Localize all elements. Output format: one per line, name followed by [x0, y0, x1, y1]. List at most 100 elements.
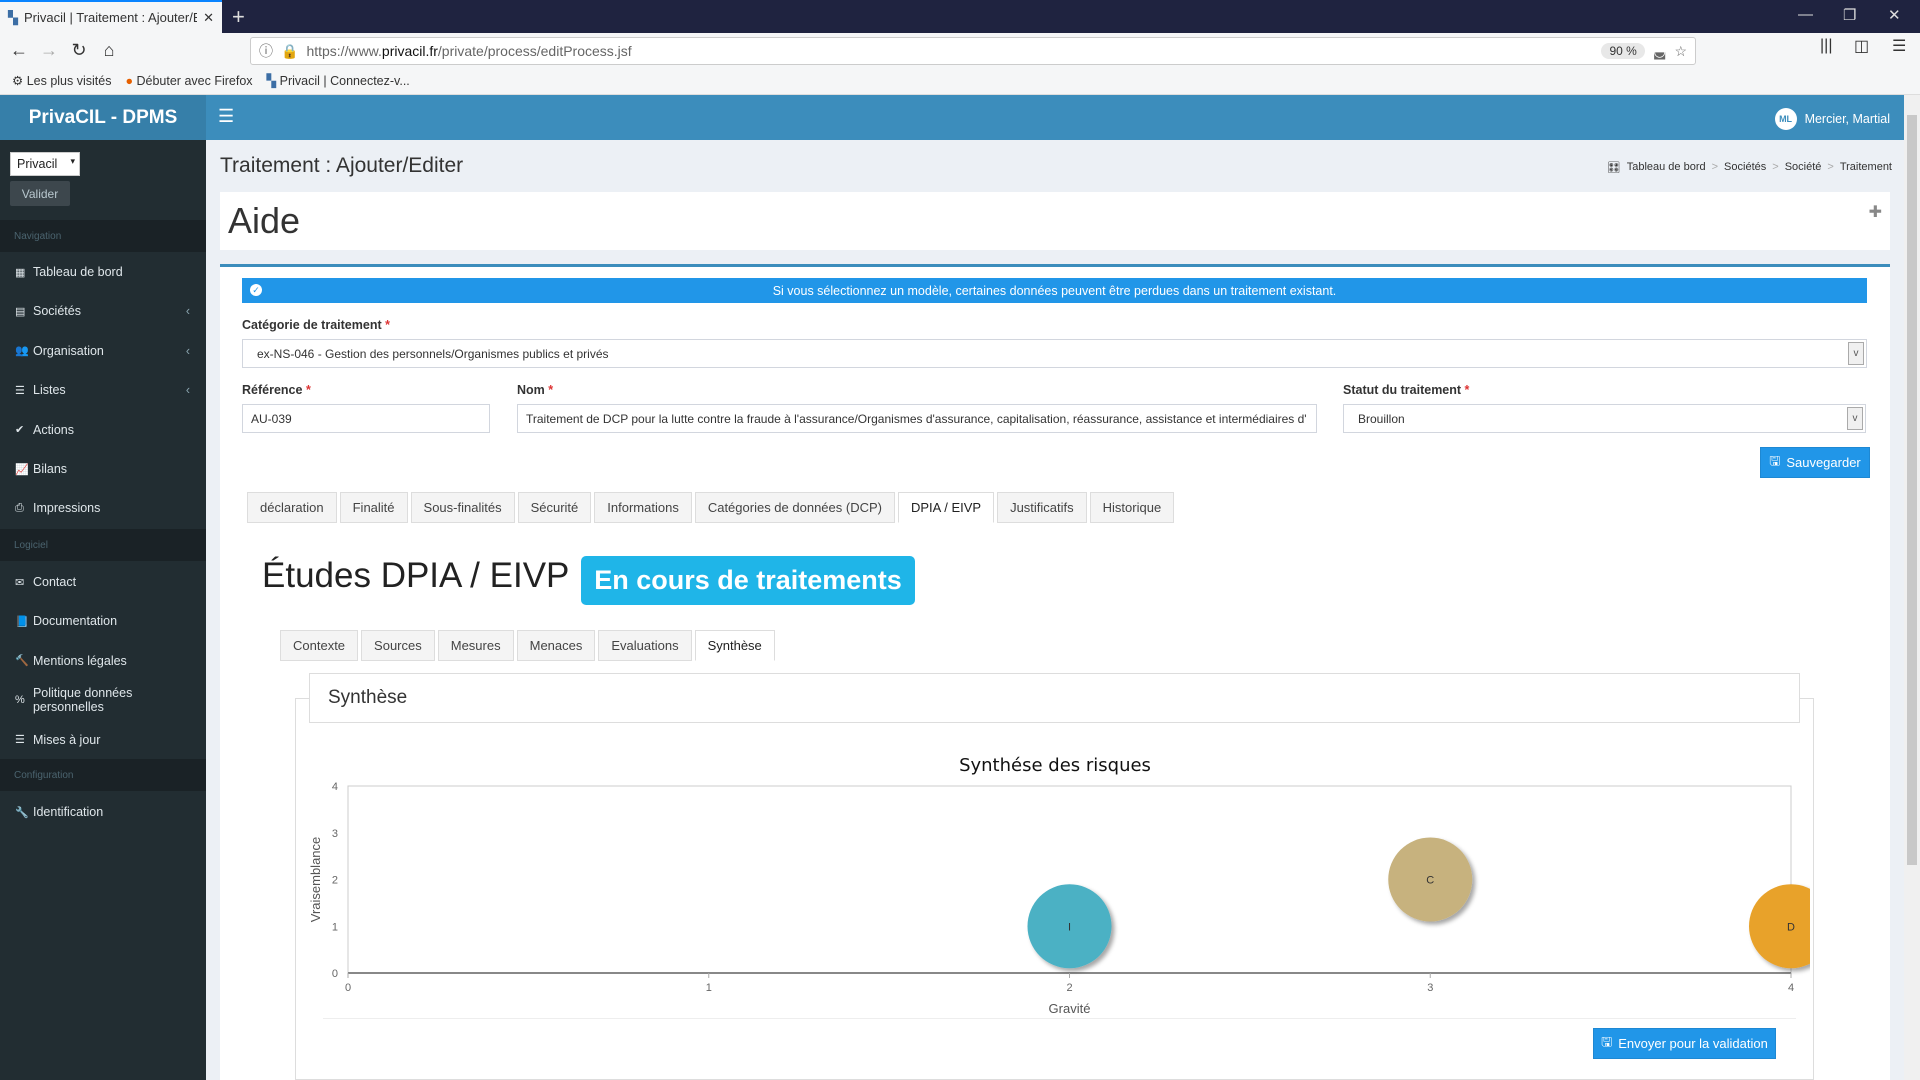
sidebar-icon: ✉ [15, 576, 25, 589]
sidebar-item-organisation[interactable]: 👥 Organisation ‹ [0, 333, 206, 369]
sidebar-item-label: Listes [33, 383, 66, 398]
menu-icon[interactable]: ☰ [1892, 36, 1906, 56]
validate-button[interactable]: Valider [10, 181, 70, 206]
status-value: Brouillon [1358, 412, 1405, 426]
new-tab-icon[interactable]: + [232, 4, 245, 30]
close-tab-icon[interactable]: ✕ [203, 10, 214, 26]
sidebar-toggle-icon[interactable]: ◫ [1854, 36, 1869, 56]
sidebar-item-tableau-de-bord[interactable]: ▦ Tableau de bord [0, 254, 206, 290]
minimize-icon[interactable]: — [1798, 6, 1813, 23]
browser-tab[interactable]: ▚ Privacil | Traitement : Ajouter/E ✕ [0, 0, 222, 33]
reference-label: Référence * [242, 383, 311, 397]
name-input[interactable]: Traitement de DCP pour la lutte contre l… [517, 404, 1317, 433]
sidebar-item-bilans[interactable]: 📈 Bilans [0, 451, 206, 487]
tab-catégories-de-données-dcp-[interactable]: Catégories de données (DCP) [694, 492, 895, 523]
sidebar-item-mentions-légales[interactable]: 🔨 Mentions légales [0, 643, 206, 679]
tab-sources[interactable]: Sources [361, 630, 435, 661]
app-header [206, 95, 1904, 140]
avatar: ML [1774, 108, 1797, 130]
home-icon[interactable]: ⌂ [94, 40, 124, 61]
send-validation-button[interactable]: 🖫 Envoyer pour la validation [1593, 1028, 1776, 1059]
breadcrumb-item[interactable]: Tableau de bord [1627, 161, 1706, 174]
sidebar-icon: 🔨 [15, 655, 29, 668]
sidebar-item-contact[interactable]: ✉ Contact [0, 564, 206, 600]
tab-dpia-eivp[interactable]: DPIA / EIVP [897, 492, 995, 523]
sidebar-item-mises-à-jour[interactable]: ☰ Mises à jour [0, 722, 206, 758]
org-value: Privacil [17, 157, 58, 171]
sidebar-icon: ✔ [15, 424, 25, 437]
bookmark-firefox[interactable]: ● Débuter avec Firefox [125, 74, 252, 88]
sidebar-icon: 📘 [15, 615, 29, 628]
forward-icon[interactable]: → [34, 40, 64, 61]
tab-contexte[interactable]: Contexte [280, 630, 359, 661]
tab-menaces[interactable]: Menaces [516, 630, 596, 661]
reload-icon[interactable]: ↻ [64, 40, 94, 61]
breadcrumb-item[interactable]: Sociétés [1724, 161, 1766, 174]
bookmark-star-icon[interactable]: ☆ [1674, 43, 1687, 60]
breadcrumb: 🎛 Tableau de bord > Sociétés > Société > Tr… [1606, 161, 1892, 174]
sidebar-toggle-icon[interactable]: ☰ [218, 106, 234, 127]
alert-text: Si vous sélectionnez un modèle, certaine… [772, 283, 1337, 298]
tab-déclaration[interactable]: déclaration [247, 492, 337, 523]
sidebar-item-label: Mentions légales [33, 653, 127, 668]
bookmark-label: Privacil | Connectez-v... [279, 74, 410, 88]
sidebar-item-identification[interactable]: 🔧 Identification [0, 794, 206, 830]
bookmark-privacil[interactable]: ▚ Privacil | Connectez-v... [267, 73, 410, 88]
user-menu[interactable]: ML Mercier, Martial [1774, 108, 1890, 130]
tab-mesures[interactable]: Mesures [437, 630, 514, 661]
back-icon[interactable]: ← [4, 40, 34, 61]
sidebar-item-actions[interactable]: ✔ Actions [0, 412, 206, 448]
sidebar-item-listes[interactable]: ☰ Listes ‹ [0, 372, 206, 408]
bookmark-label: Les plus visités [26, 74, 112, 88]
sidebar-item-politique-données-personnelles[interactable]: % Politique données personnelles [0, 682, 206, 718]
sidebar-icon: 📈 [15, 463, 29, 476]
tab-sécurité[interactable]: Sécurité [517, 492, 592, 523]
status-badge: En cours de traitements [581, 556, 915, 605]
reference-input[interactable]: AU-039 [242, 404, 490, 433]
category-label: Catégorie de traitement * [242, 318, 390, 332]
status-select[interactable]: Brouillon v [1343, 404, 1866, 433]
close-window-icon[interactable]: ✕ [1888, 6, 1901, 24]
sidebar-item-documentation[interactable]: 📘 Documentation [0, 603, 206, 639]
pocket-icon[interactable]: ◛ [1653, 43, 1667, 60]
help-box [220, 192, 1890, 250]
save-button[interactable]: 🖫 Sauvegarder [1760, 447, 1870, 478]
tab-sous-finalités[interactable]: Sous-finalités [410, 492, 515, 523]
url-bar[interactable]: ⓘ 🔒 https://www.privacil.fr/private/proc… [250, 37, 1696, 65]
organization-select[interactable]: Privacil ▾ [10, 152, 80, 176]
scrollbar-thumb[interactable] [1907, 115, 1917, 865]
sidebar-section-header: Logiciel [0, 529, 206, 561]
sidebar-item-impressions[interactable]: ⎙ Impressions [0, 490, 206, 526]
sidebar-item-label: Mises à jour [33, 732, 101, 747]
dashboard-icon: 🎛 [1606, 162, 1621, 174]
tab-justificatifs[interactable]: Justificatifs [997, 492, 1087, 523]
chevron-left-icon: ‹ [185, 343, 190, 358]
info-icon[interactable]: ⓘ [259, 41, 273, 61]
url-prefix: https://www. [306, 43, 382, 59]
brand-logo[interactable]: PrivaCIL - DPMS [0, 95, 206, 140]
send-label: Envoyer pour la validation [1618, 1036, 1768, 1051]
tab-finalité[interactable]: Finalité [339, 492, 408, 523]
category-select[interactable]: ex-NS-046 - Gestion des personnels/Organ… [242, 339, 1867, 368]
tab-synthèse[interactable]: Synthèse [694, 630, 775, 661]
lock-icon: 🔒 [281, 42, 299, 59]
restore-icon[interactable]: ❐ [1843, 6, 1856, 24]
tab-informations[interactable]: Informations [594, 492, 692, 523]
sidebar-item-sociétés[interactable]: ▤ Sociétés ‹ [0, 293, 206, 329]
chevron-left-icon: ‹ [185, 304, 190, 319]
page-title: Traitement : Ajouter/Editer [220, 154, 464, 177]
tab-title: Privacil | Traitement : Ajouter/E [24, 10, 198, 25]
breadcrumb-item[interactable]: Société [1785, 161, 1822, 174]
expand-plus-icon[interactable]: ✚ [1869, 202, 1882, 222]
x-tick-label: 4 [1788, 982, 1794, 994]
sidebar-item-label: Bilans [33, 462, 68, 476]
chevron-circle-icon[interactable]: ✓ [250, 284, 262, 296]
brand-text: PrivaCIL - DPMS [28, 106, 178, 128]
status-label: Statut du traitement * [1343, 383, 1470, 397]
tab-historique[interactable]: Historique [1089, 492, 1175, 523]
sidebar-item-label: Impressions [33, 501, 101, 516]
bookmark-most-visited[interactable]: ⚙ Les plus visités [12, 73, 111, 88]
tab-evaluations[interactable]: Evaluations [598, 630, 692, 661]
library-icon[interactable]: ||| [1820, 37, 1832, 55]
zoom-level[interactable]: 90 % [1601, 43, 1645, 59]
